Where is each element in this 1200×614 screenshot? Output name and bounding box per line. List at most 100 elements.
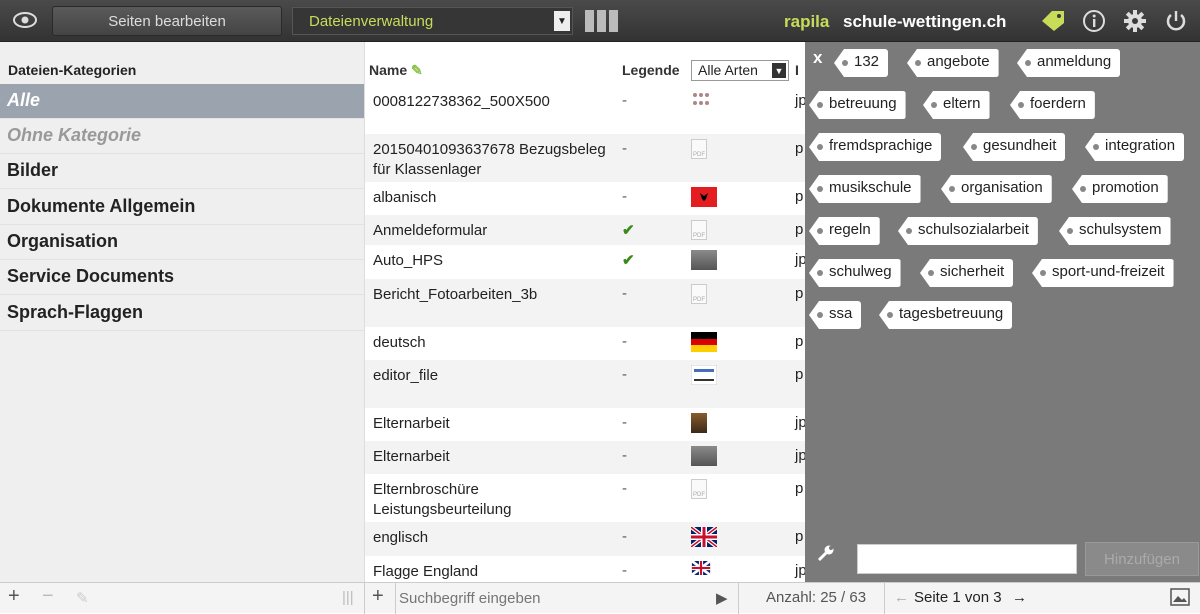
tag-schulsozialarbeit[interactable]: schulsozialarbeit [898,217,1038,245]
legend-value: - [622,366,627,383]
eye-icon[interactable] [10,9,40,31]
tag-musikschule[interactable]: musikschule [809,175,921,203]
column-name-label: Name [369,62,408,78]
column-header-type[interactable]: I [795,62,799,78]
table-row[interactable]: albanisch - p [365,182,806,215]
wrench-icon[interactable] [817,544,835,567]
tag-schulweg[interactable]: schulweg [809,259,901,287]
sidebar-item-sprach-flaggen[interactable]: Sprach-Flaggen [0,296,364,331]
flag-uk-icon [691,559,717,581]
site-name[interactable]: schule-wettingen.ch [843,12,1006,32]
search-go-icon[interactable]: ▶ [716,589,728,607]
tag-input[interactable] [857,544,1077,574]
sidebar-item-ohne-kategorie[interactable]: Ohne Kategorie [0,119,364,154]
file-name: Elternarbeit [373,415,450,432]
sidebar-item-label: Dokumente Allgemein [7,196,196,216]
sidebar-item-organisation[interactable]: Organisation [0,225,364,260]
table-row[interactable]: Elternbroschüre Leistungsbeurteilung - P… [365,474,806,522]
column-header-name[interactable]: Name ✎ [369,62,423,79]
file-type: p [795,528,804,545]
table-row[interactable]: Bericht_Fotoarbeiten_3b - PDF p [365,279,806,327]
sidebar-item-label: Bilder [7,160,59,180]
file-table: Name ✎ Legende Alle Arten ▼ I 0008122738… [364,42,806,582]
resize-handle-icon[interactable]: ||| [342,589,354,606]
info-icon[interactable] [1081,8,1107,34]
tag-betreuung[interactable]: betreuung [809,91,906,119]
legend-value: - [622,333,627,350]
legend-value: - [622,562,627,579]
sidebar-item-bilder[interactable]: Bilder [0,154,364,189]
tag-integration[interactable]: integration [1085,133,1185,161]
tag-eltern[interactable]: eltern [923,91,990,119]
gear-icon[interactable] [1122,8,1148,34]
search-input[interactable] [399,587,699,610]
file-type-filter-value: Alle Arten [698,62,758,78]
image-icon [690,364,718,386]
chevron-down-icon: ▼ [554,11,570,31]
add-category-icon[interactable]: + [8,585,20,608]
table-row[interactable]: Elternarbeit - jp [365,408,806,441]
columns-icon[interactable] [585,10,618,32]
tag-foerdern[interactable]: foerdern [1010,91,1095,119]
flag-uk-icon [689,525,719,549]
tag-sport-und-freizeit[interactable]: sport-und-freizeit [1032,259,1174,287]
tag-gesundheit[interactable]: gesundheit [963,133,1066,161]
tag-sicherheit[interactable]: sicherheit [920,259,1014,287]
sidebar-item-label: Organisation [7,231,119,251]
edit-category-icon[interactable]: ✎ [76,589,89,607]
module-select[interactable]: Dateienverwaltung ▼ [292,7,573,35]
tag-angebote[interactable]: angebote [907,49,999,77]
table-row[interactable]: 0008122738362_500X500 - jp [365,86,806,134]
tag-fremdsprachige[interactable]: fremdsprachige [809,133,942,161]
tag-anmeldung[interactable]: anmeldung [1017,49,1121,77]
photo-icon [691,250,717,270]
file-type-filter[interactable]: Alle Arten ▼ [691,60,789,81]
file-name: Elternbroschüre Leistungsbeurteilung [373,481,512,518]
photo-icon [691,91,717,111]
sidebar-item-alle[interactable]: Alle [0,84,364,119]
file-type: p [795,140,804,157]
bottom-toolbar: + − ✎ ||| + ▶ Anzahl: 25 / 63 ← Seite 1 … [0,582,1200,614]
photo-icon [691,446,717,466]
add-tag-button[interactable]: Hinzufügen [1085,542,1199,576]
tag-icon[interactable] [1040,8,1066,34]
check-icon: ✔ [622,222,635,239]
tag-tagesbetreuung[interactable]: tagesbetreuung [879,301,1013,329]
table-row[interactable]: Auto_HPS ✔ jp [365,245,806,279]
file-type: p [795,366,804,383]
pdf-icon: PDF [691,284,717,304]
file-name: Bericht_Fotoarbeiten_3b [373,286,538,303]
tag-regeln[interactable]: regeln [809,217,880,245]
table-row[interactable]: Flagge England - jp [365,556,806,582]
table-row[interactable]: Anmeldeformular ✔ PDF p [365,215,806,245]
table-row[interactable]: 20150401093637678 Bezugsbeleg für Klasse… [365,134,806,182]
image-view-icon[interactable] [1170,588,1190,610]
tag-organisation[interactable]: organisation [941,175,1052,203]
sidebar-item-label: Sprach-Flaggen [7,302,144,322]
sidebar-item-dokumente-allgemein[interactable]: Dokumente Allgemein [0,190,364,225]
file-name: Auto_HPS [373,252,444,269]
edit-pages-button[interactable]: Seiten bearbeiten [52,6,282,36]
category-sidebar: Dateien-Kategorien Alle Ohne Kategorie B… [0,42,364,582]
check-icon: ✔ [622,252,635,269]
tag-promotion[interactable]: promotion [1072,175,1168,203]
close-icon[interactable]: x [813,48,822,68]
table-row[interactable]: editor_file - p [365,360,806,408]
prev-page-icon[interactable]: ← [894,589,909,606]
column-header-legend[interactable]: Legende [622,62,680,78]
power-icon[interactable] [1163,8,1189,34]
tag-schulsystem[interactable]: schulsystem [1059,217,1171,245]
file-type: p [795,480,804,497]
table-row[interactable]: Elternarbeit - jp [365,441,806,474]
sidebar-item-service-documents[interactable]: Service Documents [0,260,364,295]
table-row[interactable]: englisch - p [365,522,806,556]
remove-category-icon[interactable]: − [42,585,54,608]
tag-132[interactable]: 132 [834,49,889,77]
file-type: p [795,333,804,350]
next-page-icon[interactable]: → [1012,589,1027,606]
flag-albania-icon [691,187,717,207]
table-row[interactable]: deutsch - p [365,327,806,360]
tag-ssa[interactable]: ssa [809,301,862,329]
add-file-icon[interactable]: + [372,585,384,608]
file-name: editor_file [373,367,439,384]
